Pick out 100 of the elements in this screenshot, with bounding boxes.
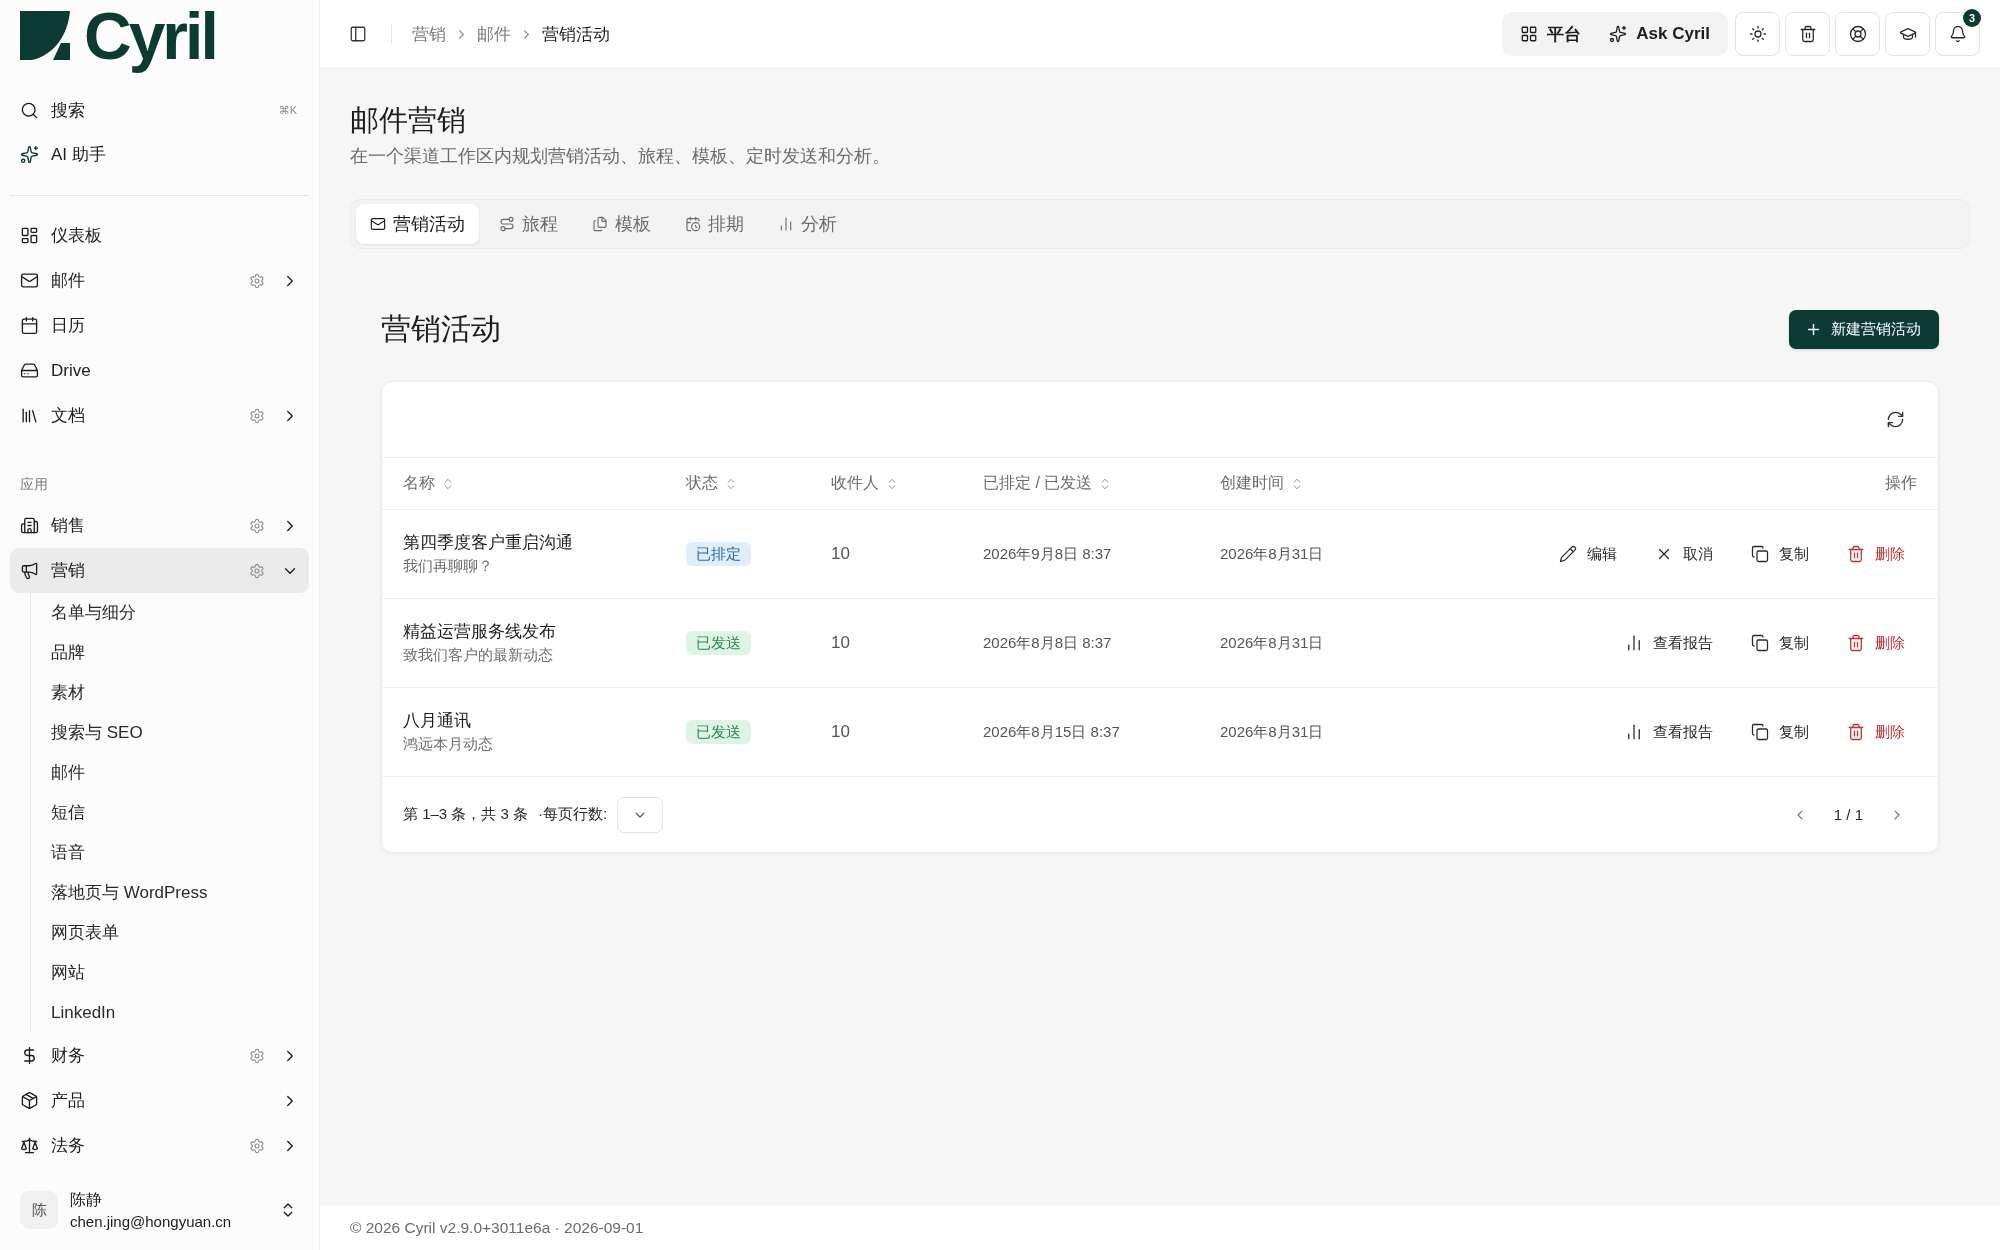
bar-chart-icon xyxy=(1625,723,1643,741)
tab[interactable]: 旅程 xyxy=(485,204,572,244)
report-button[interactable]: 查看报告 xyxy=(1613,627,1725,659)
submenu-item[interactable]: 落地页与 WordPress xyxy=(51,882,208,904)
nav-item[interactable]: 仪表板 xyxy=(10,213,309,258)
sparkles-icon xyxy=(1609,25,1628,43)
report-button[interactable]: 查看报告 xyxy=(1613,716,1725,748)
tab[interactable]: 营销活动 xyxy=(356,204,479,244)
submenu-item[interactable]: 搜索与 SEO xyxy=(51,722,143,744)
section-title: 营销活动 xyxy=(381,311,501,347)
bar-chart-icon xyxy=(1625,634,1643,652)
dashboard-icon xyxy=(20,226,39,245)
submenu-item[interactable]: 语音 xyxy=(51,842,85,864)
lifebuoy-icon xyxy=(1848,25,1867,43)
page-subtitle: 在一个渠道工作区内规划营销活动、旅程、模板、定时发送和分析。 xyxy=(350,145,891,168)
status-badge: 已发送 xyxy=(686,720,751,744)
delete-button[interactable]: 删除 xyxy=(1835,627,1917,659)
mail-icon xyxy=(20,271,39,290)
learn-button[interactable] xyxy=(1885,12,1930,56)
package-icon xyxy=(20,1091,39,1110)
nav-item[interactable]: 日历 xyxy=(10,303,309,348)
user-avatar[interactable]: 陈 xyxy=(20,1191,58,1229)
mail-icon xyxy=(370,216,386,232)
logo-icon xyxy=(20,10,70,60)
breadcrumb-current[interactable]: 营销活动 xyxy=(542,22,610,46)
pagination-summary: 第 1–3 条，共 3 条 xyxy=(403,805,529,824)
breadcrumb-link[interactable]: 邮件 xyxy=(477,22,511,46)
campaign-name[interactable]: 八月通讯 xyxy=(403,710,686,732)
nav-item[interactable]: Drive xyxy=(10,348,309,393)
theme-button[interactable] xyxy=(1735,12,1780,56)
trash-icon xyxy=(1798,25,1817,43)
graduation-cap-icon xyxy=(1898,25,1917,43)
switcher-button[interactable]: 平台 xyxy=(1506,16,1596,52)
campaign-name[interactable]: 精益运营服务线发布 xyxy=(403,621,686,643)
settings-icon[interactable] xyxy=(249,562,265,579)
submenu-item[interactable]: 网站 xyxy=(51,962,85,984)
delete-button[interactable]: 删除 xyxy=(1835,716,1917,748)
user-name: 陈静 xyxy=(70,1190,103,1210)
plus-icon xyxy=(1805,321,1822,338)
cancel-button[interactable]: 取消 xyxy=(1643,538,1725,570)
calendar-clock-icon xyxy=(685,216,701,232)
scheduled-date: 2026年8月15日 8:37 xyxy=(983,722,1120,742)
copy-button[interactable]: 复制 xyxy=(1739,627,1821,659)
tab[interactable]: 分析 xyxy=(764,204,851,244)
sidebar-toggle-button[interactable] xyxy=(349,25,367,43)
settings-icon[interactable] xyxy=(249,517,265,534)
trash-icon xyxy=(1847,545,1865,563)
column-header[interactable]: 名称 xyxy=(403,473,455,494)
submenu-item[interactable]: 网页表单 xyxy=(51,922,119,944)
settings-icon[interactable] xyxy=(249,407,265,424)
bell-icon xyxy=(1948,25,1967,43)
column-header[interactable]: 状态 xyxy=(686,473,738,494)
search-item[interactable]: 搜索 ⌘K xyxy=(10,88,309,132)
nav-item[interactable]: 销售 xyxy=(10,503,309,548)
submenu-item[interactable]: 邮件 xyxy=(51,762,85,784)
column-header[interactable]: 收件人 xyxy=(831,473,899,494)
submenu-item[interactable]: 名单与细分 xyxy=(51,602,136,624)
tab[interactable]: 模板 xyxy=(578,204,665,244)
route-icon xyxy=(499,216,515,232)
sidebar-icon xyxy=(349,25,367,43)
delete-button[interactable]: 删除 xyxy=(1835,538,1917,570)
settings-icon[interactable] xyxy=(249,272,265,289)
trash-button[interactable] xyxy=(1785,12,1830,56)
nav-item[interactable]: 文档 xyxy=(10,393,309,438)
nav-item[interactable]: 法务 xyxy=(10,1123,309,1168)
submenu-item[interactable]: 素材 xyxy=(51,682,85,704)
shortcut-hint: ⌘K xyxy=(278,103,297,117)
copy-button[interactable]: 复制 xyxy=(1739,716,1821,748)
recipient-count: 10 xyxy=(831,722,850,742)
assistant-item[interactable]: AI 助手 xyxy=(10,132,309,176)
notifications-button[interactable]: 3 xyxy=(1935,12,1980,56)
submenu-item[interactable]: 品牌 xyxy=(51,642,85,664)
trash-icon xyxy=(1847,634,1865,652)
files-icon xyxy=(592,216,608,232)
help-button[interactable] xyxy=(1835,12,1880,56)
settings-icon[interactable] xyxy=(249,1137,265,1154)
breadcrumb-link[interactable]: 营销 xyxy=(412,22,446,46)
column-header[interactable]: 已排定 / 已发送 xyxy=(983,473,1113,494)
megaphone-icon xyxy=(20,561,39,580)
new-campaign-button[interactable]: 新建营销活动 xyxy=(1789,310,1939,349)
edit-button[interactable]: 编辑 xyxy=(1547,538,1629,570)
rows-per-page-label: ·每页行数: xyxy=(538,805,608,824)
nav-item[interactable]: 营销 xyxy=(10,548,309,593)
refresh-button[interactable] xyxy=(1886,410,1905,429)
settings-icon[interactable] xyxy=(249,1047,265,1064)
copy-icon xyxy=(1751,723,1769,741)
search-icon xyxy=(20,100,39,120)
trash-icon xyxy=(1847,723,1865,741)
submenu-item[interactable]: 短信 xyxy=(51,802,85,824)
copy-button[interactable]: 复制 xyxy=(1739,538,1821,570)
tab[interactable]: 排期 xyxy=(671,204,758,244)
campaign-name[interactable]: 第四季度客户重启沟通 xyxy=(403,532,686,554)
nav-item[interactable]: 邮件 xyxy=(10,258,309,303)
nav-item[interactable]: 产品 xyxy=(10,1078,309,1123)
column-header[interactable]: 创建时间 xyxy=(1220,473,1304,494)
calendar-icon xyxy=(20,316,39,335)
nav-item[interactable]: 财务 xyxy=(10,1033,309,1078)
switcher-button[interactable]: Ask Cyril xyxy=(1595,16,1724,52)
sparkles-icon xyxy=(20,144,39,164)
submenu-item[interactable]: LinkedIn xyxy=(51,1002,116,1024)
